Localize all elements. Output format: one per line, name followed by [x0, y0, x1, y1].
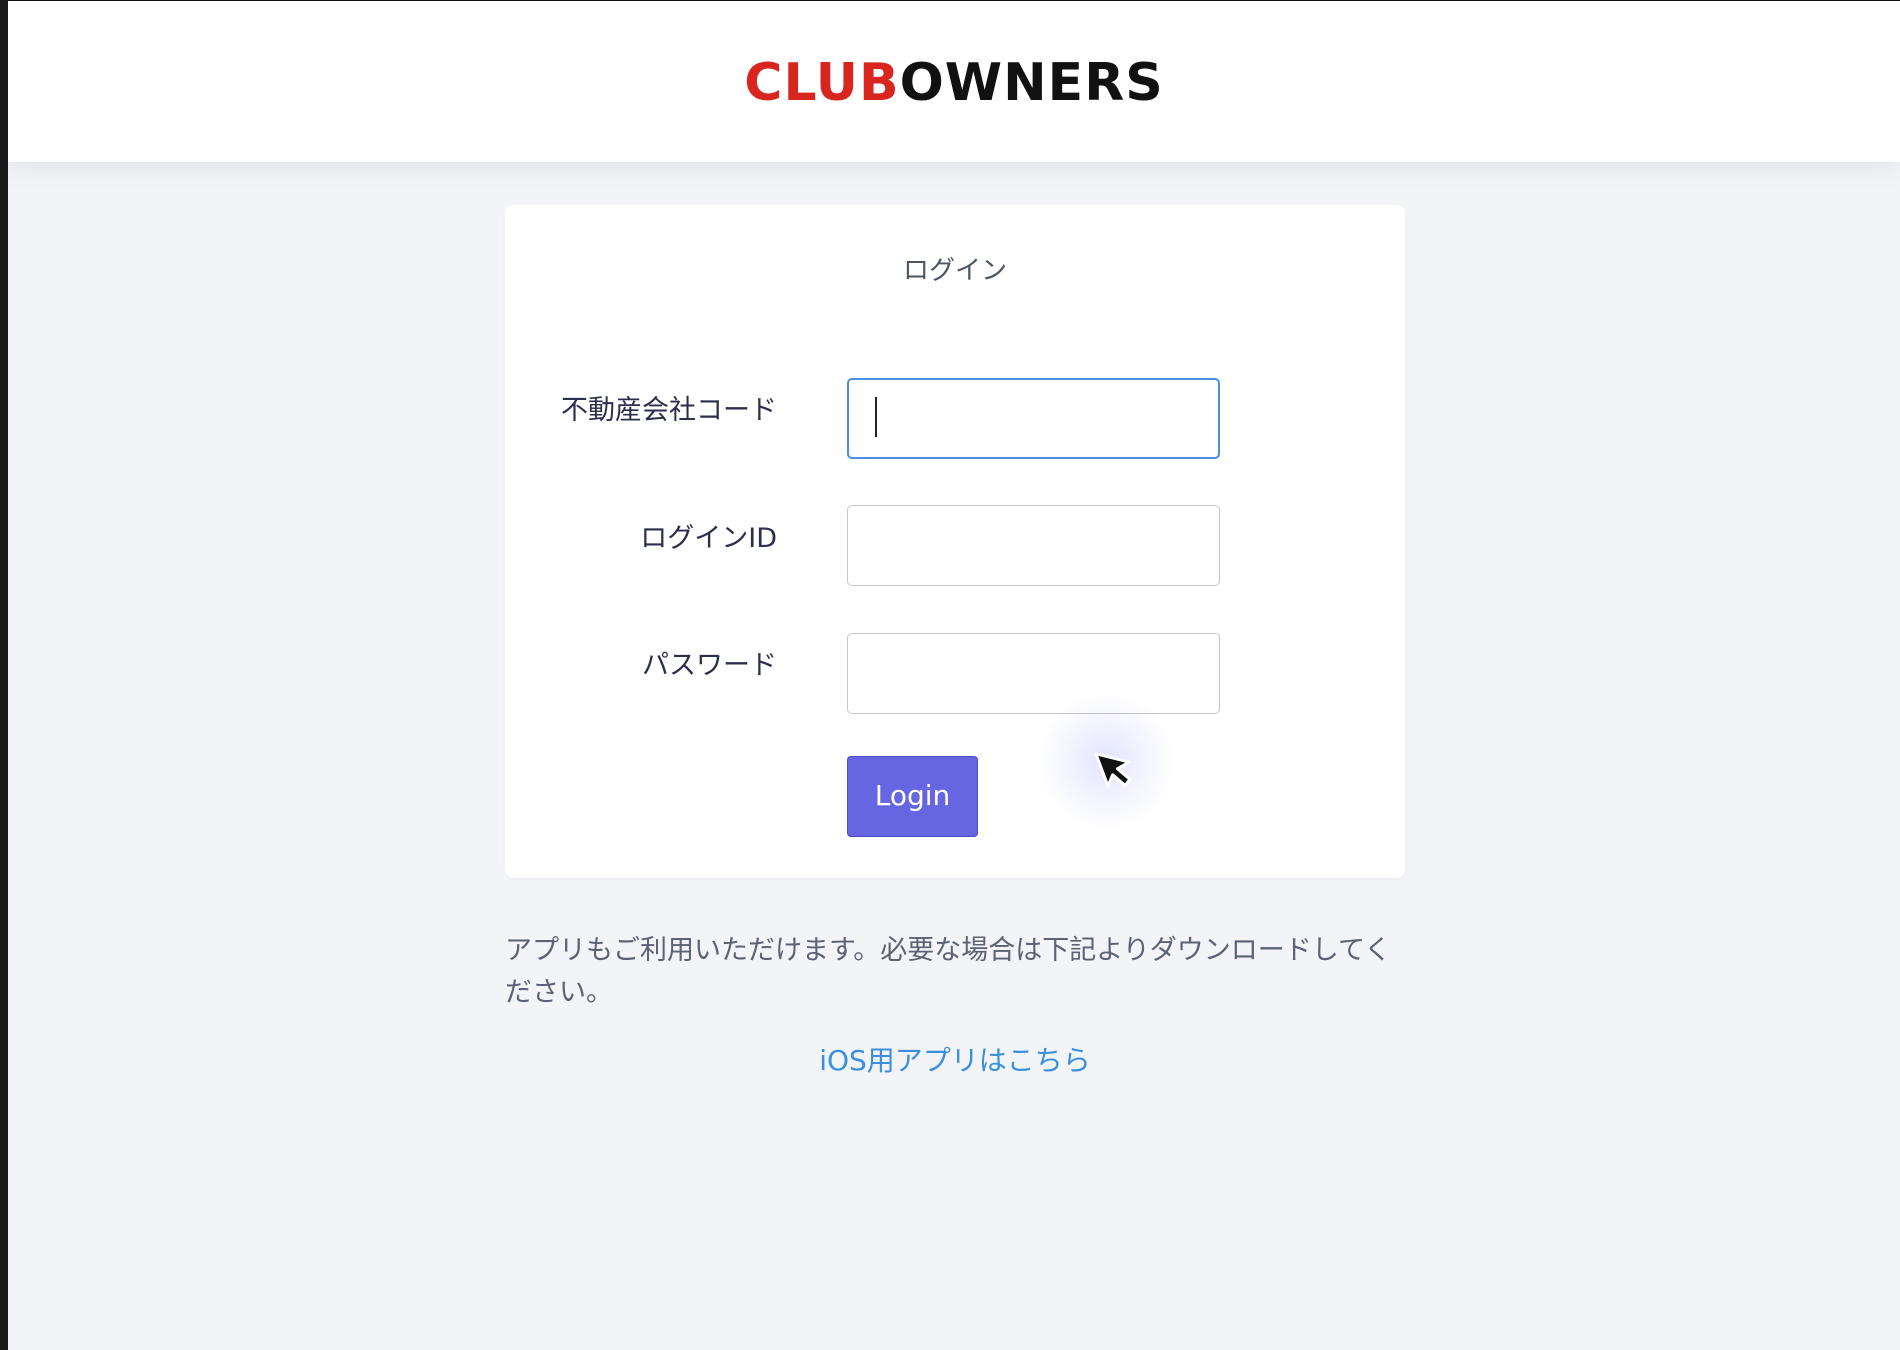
company-code-input[interactable]: [847, 378, 1220, 459]
password-input[interactable]: [847, 633, 1220, 714]
site-header: CLUBOWNERS: [8, 1, 1900, 162]
login-id-input[interactable]: [847, 505, 1220, 586]
login-card: ログイン 不動産会社コード ログインID パスワード Login: [505, 205, 1405, 878]
company-code-label: 不動産会社コード: [561, 395, 777, 426]
login-title: ログイン: [902, 256, 1007, 286]
login-button[interactable]: Login: [847, 756, 978, 837]
logo-club-text: CLUB: [744, 53, 900, 113]
text-caret: [875, 397, 877, 437]
window-edge: [0, 0, 8, 1350]
brand-logo[interactable]: CLUBOWNERS: [8, 53, 1900, 113]
logo-owners-text: OWNERS: [899, 53, 1164, 113]
password-label: パスワード: [642, 650, 777, 681]
login-id-label: ログインID: [640, 523, 777, 554]
page: CLUBOWNERS ログイン 不動産会社コード ログインID パスワード Lo…: [8, 1, 1900, 1350]
app-download-notice: アプリもご利用いただけます。必要な場合は下記よりダウンロードしてください。: [505, 935, 1392, 1008]
ios-app-link[interactable]: iOS用アプリはこちら: [505, 1039, 1405, 1083]
mouse-pointer-icon: [1094, 752, 1132, 788]
